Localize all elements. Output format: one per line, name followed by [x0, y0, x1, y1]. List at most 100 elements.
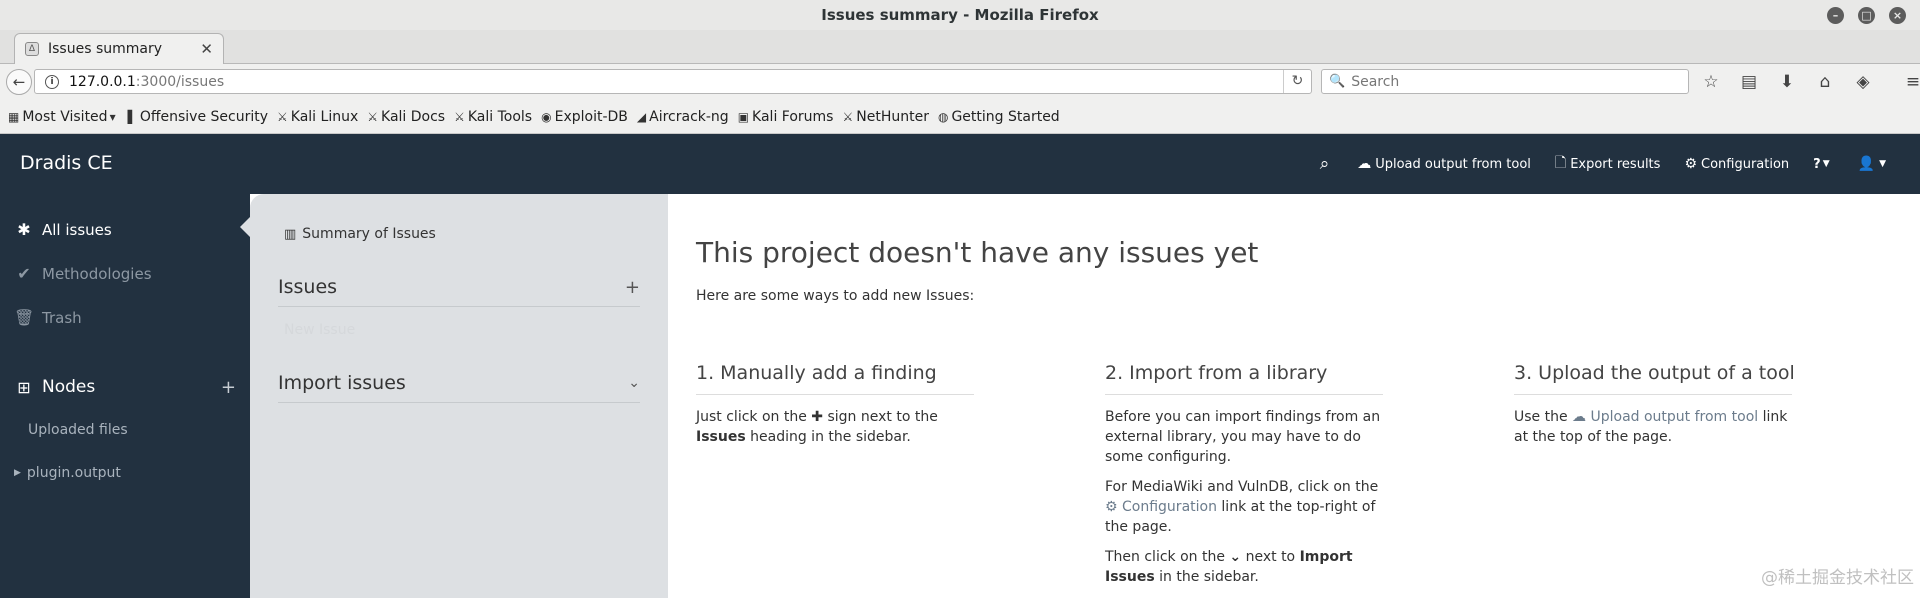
- bookmark-kali-linux[interactable]: ⚔ Kali Linux: [277, 109, 358, 125]
- active-indicator: [240, 217, 250, 237]
- brand-logo[interactable]: Dradis CE: [20, 152, 113, 174]
- search-icon: ⌕: [1319, 154, 1330, 174]
- trash-icon: 🗑: [14, 308, 35, 327]
- site-info-icon[interactable]: i: [45, 74, 59, 89]
- help-menu[interactable]: ? ▼: [1813, 157, 1833, 172]
- kali-icon: ⚔: [277, 109, 288, 124]
- window-title: Issues summary - Mozilla Firefox: [821, 6, 1099, 24]
- option-library-title: 2. Import from a library: [1105, 360, 1383, 395]
- bookmarks-bar: ▦ Most Visited ▾ ▌ Offensive Security ⚔ Kali…: [0, 100, 1920, 134]
- uploaded-files-node[interactable]: Uploaded files: [28, 422, 128, 438]
- chevron-down-icon[interactable]: ⌄: [628, 375, 640, 391]
- menu-icon[interactable]: ≡: [1902, 68, 1920, 96]
- sidebar-item-methodologies[interactable]: ✔ Methodologies: [14, 264, 151, 283]
- sitemap-icon: ⊞: [17, 377, 31, 397]
- reload-icon[interactable]: ↻: [1283, 70, 1311, 93]
- bookmark-nethunter[interactable]: ⚔ NetHunter: [842, 109, 928, 125]
- option-manual-text: Just click on the ✚ sign next to the Iss…: [696, 409, 938, 445]
- option-upload: 3. Upload the output of a tool Use the ☁…: [1514, 360, 1795, 457]
- offsec-icon: ▌: [127, 109, 137, 124]
- maximize-icon[interactable]: □: [1858, 7, 1875, 24]
- issues-panel: ▥ Summary of Issues Issues + New Issue Im…: [250, 194, 668, 598]
- add-node-icon[interactable]: +: [221, 377, 236, 398]
- browser-tab[interactable]: Δ Issues summary ✕: [14, 33, 224, 64]
- sidebar-item-all-issues[interactable]: ✱ All issues: [14, 220, 111, 239]
- url-path: :3000/issues: [135, 73, 225, 90]
- plugin-output-node[interactable]: ▶ plugin.output: [14, 465, 121, 481]
- intro-text: Here are some ways to add new Issues:: [696, 288, 975, 304]
- import-issues-heading[interactable]: Import issues ⌄: [278, 372, 640, 403]
- chevron-down-icon: ▾: [109, 109, 116, 124]
- close-window-icon[interactable]: ×: [1889, 7, 1906, 24]
- configuration-link[interactable]: Configuration: [1122, 499, 1217, 515]
- option-library: 2. Import from a library Before you can …: [1105, 360, 1383, 597]
- option-library-text-1: Before you can import findings from an e…: [1105, 409, 1381, 465]
- search-placeholder: Search: [1351, 73, 1400, 90]
- cloud-upload-icon: ☁: [1572, 409, 1591, 425]
- issues-heading: Issues +: [278, 276, 640, 307]
- user-icon: 👤: [1857, 156, 1876, 172]
- bookmark-offensive-security[interactable]: ▌ Offensive Security: [128, 109, 268, 125]
- globe-icon: ◍: [937, 109, 949, 124]
- watermark: @稀土掘金技术社区: [1761, 568, 1914, 588]
- upload-output-button[interactable]: ☁ Upload output from tool: [1357, 156, 1531, 172]
- sidebar-item-nodes[interactable]: ⊞ Nodes: [14, 377, 95, 397]
- file-icon: 🗋: [1554, 155, 1567, 171]
- option-library-text-3: Then click on the ⌄ next to Import Issue…: [1105, 549, 1353, 585]
- tab-strip: Δ Issues summary ✕ +: [0, 30, 1920, 89]
- search-input[interactable]: 🔍 Search: [1321, 69, 1689, 94]
- forum-icon: ▣: [737, 109, 750, 124]
- search-button[interactable]: ⌕: [1320, 154, 1334, 174]
- caret-down-icon: ▼: [1879, 159, 1886, 169]
- back-icon[interactable]: ←: [6, 69, 32, 95]
- option-manual: 1. Manually add a finding Just click on …: [696, 360, 974, 457]
- favicon-icon: Δ: [25, 42, 39, 56]
- sidebar: ✱ All issues ✔ Methodologies 🗑 Trash ⊞ Nodes…: [0, 194, 250, 598]
- caret-right-icon[interactable]: ▶: [14, 468, 21, 478]
- gear-icon: ⚙: [1684, 156, 1697, 172]
- plus-icon: ✚: [811, 409, 824, 425]
- chevron-down-icon: ⌄: [1229, 549, 1242, 565]
- summary-of-issues-link[interactable]: ▥ Summary of Issues: [284, 226, 436, 242]
- gear-icon: ⚙: [1105, 499, 1123, 515]
- bar-chart-icon: ▥: [284, 226, 297, 242]
- star-icon: ▦: [8, 109, 20, 124]
- window-controls: – □ ×: [1827, 7, 1906, 24]
- bookmark-kali-docs[interactable]: ⚔ Kali Docs: [367, 109, 445, 125]
- option-upload-text: Use the ☁ Upload output from tool link a…: [1514, 409, 1788, 445]
- bookmark-aircrack-ng[interactable]: ◢ Aircrack-ng: [637, 109, 729, 125]
- configuration-button[interactable]: ⚙ Configuration: [1684, 156, 1789, 172]
- sidebar-item-trash[interactable]: 🗑 Trash: [14, 308, 82, 327]
- bookmark-kali-forums[interactable]: ▣ Kali Forums: [738, 109, 834, 125]
- reading-list-icon[interactable]: ▤: [1738, 68, 1760, 96]
- pocket-icon[interactable]: ◈: [1852, 68, 1874, 96]
- upload-output-link[interactable]: Upload output from tool: [1590, 409, 1758, 425]
- window-titlebar: Issues summary - Mozilla Firefox – □ ×: [0, 0, 1920, 30]
- exploitdb-icon: ◉: [541, 109, 552, 124]
- bookmark-exploit-db[interactable]: ◉ Exploit-DB: [541, 109, 628, 125]
- minimize-icon[interactable]: –: [1827, 7, 1844, 24]
- app-navbar: Dradis CE ⌕ ☁ Upload output from tool 🗋 Ex…: [0, 134, 1920, 194]
- bookmark-kali-tools[interactable]: ⚔ Kali Tools: [454, 109, 532, 125]
- downloads-icon[interactable]: ⬇: [1776, 68, 1798, 96]
- tab-close-icon[interactable]: ✕: [200, 40, 213, 58]
- bookmark-most-visited[interactable]: ▦ Most Visited ▾: [8, 109, 119, 125]
- user-menu[interactable]: 👤 ▼: [1858, 156, 1886, 172]
- add-issue-icon[interactable]: +: [625, 277, 640, 298]
- bookmark-getting-started[interactable]: ◍ Getting Started: [938, 109, 1060, 125]
- home-icon[interactable]: ⌂: [1814, 68, 1836, 96]
- check-icon: ✔: [17, 264, 31, 283]
- tab-label: Issues summary: [48, 41, 163, 57]
- bookmark-star-icon[interactable]: ☆: [1700, 68, 1722, 96]
- app-nav-items: ⌕ ☁ Upload output from tool 🗋 Export resul…: [1296, 134, 1886, 194]
- search-icon: 🔍: [1329, 74, 1346, 89]
- aircrack-icon: ◢: [636, 109, 647, 124]
- kali-icon: ⚔: [367, 109, 379, 124]
- navigation-toolbar: ← i 127.0.0.1:3000/issues ↻ 🔍 Search ☆ ▤…: [0, 64, 1920, 100]
- url-bar[interactable]: i 127.0.0.1:3000/issues ↻: [34, 69, 1312, 94]
- kali-icon: ⚔: [454, 109, 465, 124]
- option-library-text-2: For MediaWiki and VulnDB, click on the ⚙…: [1105, 479, 1379, 535]
- export-results-button[interactable]: 🗋 Export results: [1555, 152, 1661, 176]
- new-issue-placeholder: New Issue: [284, 322, 356, 338]
- kali-icon: ⚔: [842, 109, 854, 124]
